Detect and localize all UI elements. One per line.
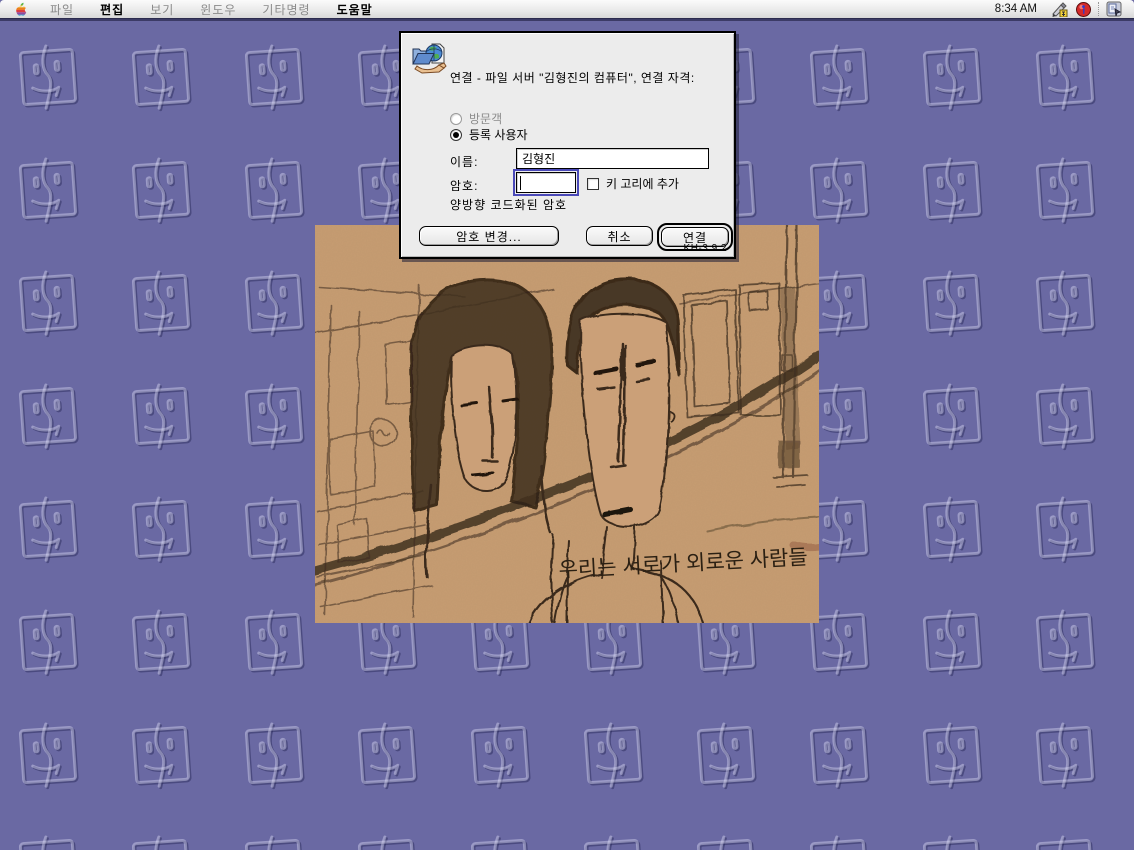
active-app-icon bbox=[1106, 1, 1122, 17]
red-sphere-icon bbox=[1076, 2, 1091, 17]
guest-radio-label: 방문객 bbox=[469, 110, 502, 127]
menu-bar-separator bbox=[1098, 2, 1099, 16]
pencil-input-icon bbox=[1051, 2, 1068, 17]
version-label: KH-3.9.2 bbox=[684, 243, 727, 254]
change-password-button[interactable]: 암호 변경... bbox=[419, 226, 559, 246]
menu-window[interactable]: 윈도우 bbox=[187, 0, 249, 18]
keychain-label: 키 고리에 추가 bbox=[606, 175, 679, 192]
desktop: { "desktop": { "background_color": "#6a6… bbox=[0, 0, 1134, 850]
apple-logo-icon bbox=[14, 2, 27, 17]
password-label: 암호: bbox=[450, 177, 478, 194]
menu-file[interactable]: 파일 bbox=[37, 0, 87, 18]
registered-radio-row: 등록 사용자 bbox=[450, 126, 528, 143]
menu-bar: 파일 편집 보기 윈도우 기타명령 도움말 8:34 AM bbox=[0, 0, 1134, 19]
guest-radio[interactable] bbox=[450, 113, 462, 125]
password-input[interactable] bbox=[516, 172, 576, 193]
text-caret bbox=[520, 176, 521, 190]
cancel-button[interactable]: 취소 bbox=[586, 226, 653, 246]
name-label: 이름: bbox=[450, 153, 478, 170]
input-method-menu[interactable] bbox=[1047, 0, 1071, 18]
registered-radio-label: 등록 사용자 bbox=[469, 126, 528, 143]
name-input[interactable] bbox=[516, 148, 709, 169]
registered-user-radio[interactable] bbox=[450, 129, 462, 141]
connect-dialog: 연결 - 파일 서버 "김형진의 컴퓨터", 연결 자격: 방문객 등록 사용자… bbox=[399, 31, 736, 259]
menu-other-commands[interactable]: 기타명령 bbox=[249, 0, 323, 18]
desktop-picture: 우리는 서로가 외로운 사람들 bbox=[315, 225, 819, 623]
menu-help[interactable]: 도움말 bbox=[324, 0, 386, 18]
guest-radio-row: 방문객 bbox=[450, 110, 502, 127]
menu-bar-clock[interactable]: 8:34 AM bbox=[985, 3, 1047, 15]
menu-extra[interactable] bbox=[1071, 0, 1095, 18]
dialog-title: 연결 - 파일 서버 "김형진의 컴퓨터", 연결 자격: bbox=[450, 69, 732, 86]
keychain-row: 키 고리에 추가 bbox=[587, 175, 679, 192]
application-menu[interactable] bbox=[1102, 0, 1126, 18]
menu-view[interactable]: 보기 bbox=[137, 0, 187, 18]
appleshare-icon bbox=[410, 40, 448, 77]
encryption-note: 양방향 코드화된 암호 bbox=[450, 196, 567, 213]
menu-edit[interactable]: 편집 bbox=[87, 0, 137, 18]
keychain-checkbox[interactable] bbox=[587, 178, 599, 190]
apple-menu[interactable] bbox=[8, 0, 37, 18]
